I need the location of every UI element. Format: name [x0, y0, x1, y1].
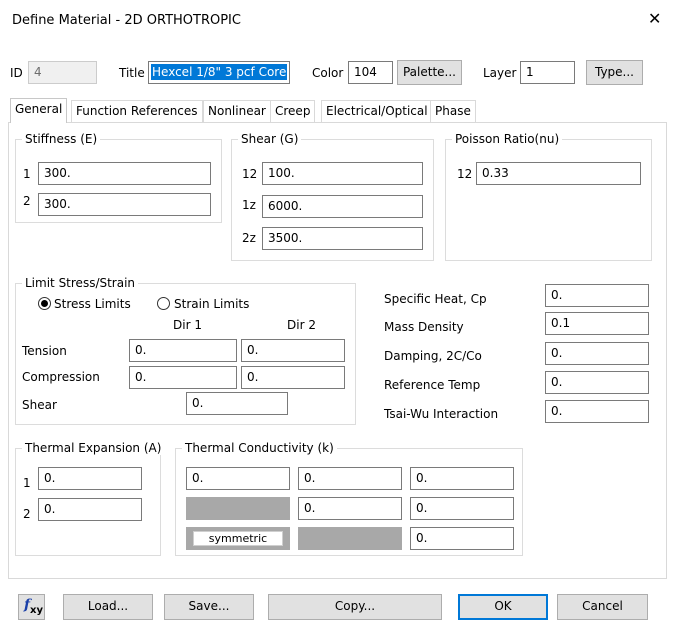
stiffness-row-label: 2 [23, 194, 31, 208]
palette-button[interactable]: Palette... [397, 60, 462, 85]
title-field[interactable]: Hexcel 1/8" 3 pcf Core [148, 61, 290, 84]
thermal-expansion-row-label: 2 [23, 507, 31, 521]
stress-limits-label[interactable]: Stress Limits [54, 297, 131, 311]
specific-heat-label: Specific Heat, Cp [384, 292, 487, 306]
poisson-12-field[interactable]: 0.33 [476, 162, 641, 185]
tsai-wu-field[interactable]: 0. [545, 400, 649, 423]
shear-row-label: 12 [242, 167, 258, 181]
poisson-title: Poisson Ratio(nu) [452, 132, 563, 146]
dir1-header: Dir 1 [173, 318, 202, 332]
shear-row-label: 2z [242, 231, 256, 245]
shear-row-label: 1z [242, 198, 256, 212]
poisson-row-label: 12 [457, 167, 473, 181]
window-title: Define Material - 2D ORTHOTROPIC [12, 13, 241, 28]
conductivity-33-field[interactable]: 0. [410, 527, 514, 550]
close-icon[interactable]: ✕ [648, 11, 661, 27]
shear-title: Shear (G) [238, 132, 302, 146]
mass-density-field[interactable]: 0.1 [545, 312, 649, 335]
tab-general[interactable]: General [10, 98, 68, 123]
color-label: Color [312, 66, 344, 80]
tab-creep[interactable]: Creep [270, 100, 316, 122]
conductivity-22-field[interactable]: 0. [298, 497, 402, 520]
thermal-expansion-2-field[interactable]: 0. [38, 498, 142, 521]
thermal-conductivity-title: Thermal Conductivity (k) [182, 441, 337, 455]
title-field-text: Hexcel 1/8" 3 pcf Core [151, 64, 288, 80]
conductivity-12-field[interactable]: 0. [298, 467, 402, 490]
specific-heat-field[interactable]: 0. [545, 284, 649, 307]
fxy-icon-sub: xy [30, 605, 43, 616]
stiffness-1-field[interactable]: 300. [38, 162, 211, 185]
reference-temp-label: Reference Temp [384, 378, 481, 392]
conductivity-13-field[interactable]: 0. [410, 467, 514, 490]
tension-dir1-field[interactable]: 0. [129, 339, 237, 362]
load-button[interactable]: Load... [63, 594, 153, 620]
compression-dir1-field[interactable]: 0. [129, 366, 237, 389]
reference-temp-field[interactable]: 0. [545, 371, 649, 394]
compression-dir2-field[interactable]: 0. [241, 366, 345, 389]
strain-limits-radio[interactable] [157, 297, 170, 310]
color-field[interactable]: 104 [348, 61, 393, 84]
mass-density-label: Mass Density [384, 320, 464, 334]
save-button[interactable]: Save... [164, 594, 254, 620]
thermal-expansion-1-field[interactable]: 0. [38, 467, 142, 490]
copy-button[interactable]: Copy... [268, 594, 442, 620]
id-field: 4 [28, 61, 97, 84]
cancel-button[interactable]: Cancel [557, 594, 648, 620]
tension-dir2-field[interactable]: 0. [241, 339, 345, 362]
limit-title: Limit Stress/Strain [22, 276, 139, 290]
layer-label: Layer [483, 66, 517, 80]
damping-label: Damping, 2C/Co [384, 349, 482, 363]
stiffness-title: Stiffness (E) [22, 132, 101, 146]
conductivity-11-field[interactable]: 0. [186, 467, 290, 490]
tab-electrical-optical[interactable]: Electrical/Optical [321, 100, 433, 122]
compression-label: Compression [22, 370, 100, 384]
conductivity-21-disabled [186, 497, 290, 520]
tension-label: Tension [22, 344, 67, 358]
strain-limits-label[interactable]: Strain Limits [174, 297, 249, 311]
id-label: ID [10, 66, 23, 80]
thermal-expansion-title: Thermal Expansion (A) [22, 441, 165, 455]
ok-button[interactable]: OK [458, 594, 548, 620]
stress-limits-radio[interactable] [38, 297, 51, 310]
shear-limit-field[interactable]: 0. [186, 392, 288, 415]
tab-function-references[interactable]: Function References [71, 100, 203, 122]
tab-nonlinear[interactable]: Nonlinear [203, 100, 271, 122]
tab-phase[interactable]: Phase [430, 100, 476, 122]
shear-12-field[interactable]: 100. [262, 162, 423, 185]
shear-2z-field[interactable]: 3500. [262, 227, 423, 250]
symmetric-label: symmetric [193, 531, 283, 546]
thermal-expansion-row-label: 1 [23, 476, 31, 490]
function-xy-button[interactable]: f xy [18, 594, 45, 620]
conductivity-23-field[interactable]: 0. [410, 497, 514, 520]
tsai-wu-label: Tsai-Wu Interaction [384, 407, 499, 421]
poisson-group: Poisson Ratio(nu) [445, 132, 652, 261]
damping-field[interactable]: 0. [545, 342, 649, 365]
stiffness-2-field[interactable]: 300. [38, 193, 211, 216]
shear-limit-label: Shear [22, 398, 57, 412]
layer-field[interactable]: 1 [520, 61, 575, 84]
type-button[interactable]: Type... [586, 60, 643, 85]
stiffness-row-label: 1 [23, 167, 31, 181]
shear-1z-field[interactable]: 6000. [262, 195, 423, 218]
dir2-header: Dir 2 [287, 318, 316, 332]
title-label: Title [119, 66, 145, 80]
conductivity-31-disabled: symmetric [186, 527, 290, 550]
conductivity-32-disabled [298, 527, 402, 550]
